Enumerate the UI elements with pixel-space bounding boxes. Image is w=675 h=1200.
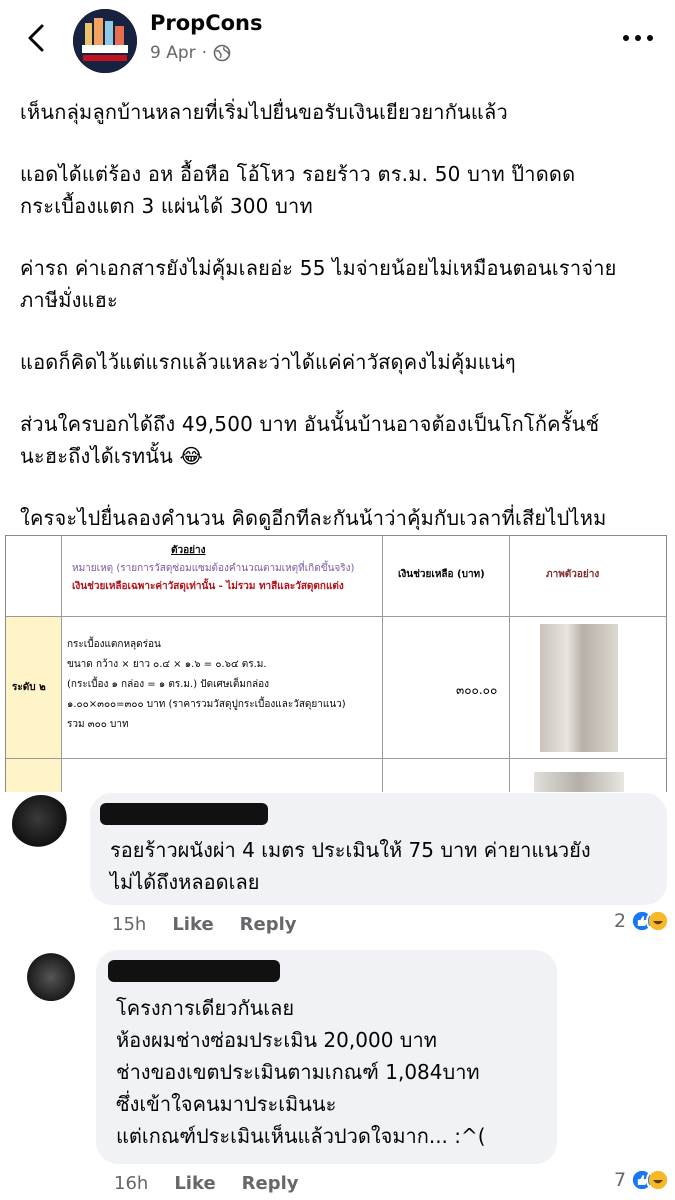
table-row-line: (กระเบื้อง ๑ กล่อง = ๑ ตร.ม.) ปัดเศษเต็ม… — [67, 679, 270, 690]
commenter-avatar[interactable] — [12, 795, 70, 853]
post-paragraph: แอดได้แต่ร้อง อห อื้อหือ โอ้โหว รอยร้าว … — [20, 162, 576, 218]
post-meta: 9 Apr · — [150, 43, 231, 63]
table-row-line: รวม ๓๐๐ บาท — [67, 719, 129, 730]
haha-reaction-icon — [646, 1168, 671, 1192]
comment-time[interactable]: 16h — [114, 1173, 148, 1194]
post-date[interactable]: 9 Apr — [150, 43, 196, 63]
post-paragraph: ค่ารถ ค่าเอกสารยังไม่คุ้มเลยอ่ะ 55 ไมจ่า… — [20, 256, 617, 312]
redacted-name — [108, 960, 280, 982]
example-photo-partial — [534, 772, 624, 792]
post-text: เห็นกลุ่มลูกบ้านหลายที่เริ่มไปยื่นขอรับเ… — [20, 96, 660, 564]
like-button[interactable]: Like — [172, 914, 213, 935]
post-paragraph: ส่วนใครบอกได้ถึง 49,500 บาท อันนั้นบ้านอ… — [20, 412, 600, 468]
more-options-icon[interactable] — [620, 26, 656, 50]
haha-reaction-icon — [646, 909, 671, 933]
table-col-amount: เงินช่วยเหลือ (บาท) — [398, 569, 485, 580]
post-paragraph: แอดก็คิดไว้แต่แรกแล้วแหละว่าได้แค่ค่าวัส… — [20, 350, 516, 374]
level-cell — [6, 616, 61, 792]
post-header: PropCons 9 Apr · — [0, 0, 675, 80]
table-header-note-red: เงินช่วยเหลือเฉพาะค่าวัสดุเท่านั้น - ไม่… — [72, 581, 344, 592]
back-arrow-icon[interactable] — [22, 20, 52, 56]
commenter-avatar[interactable] — [22, 951, 80, 1009]
table-row-line: ขนาด กว้าง × ยาว ๐.๔ × ๑.๖ = ๐.๖๔ ตร.ม. — [67, 659, 267, 670]
cracked-tile-photo — [540, 624, 618, 752]
table-row-line: กระเบื้องแตกหลุดร่อน — [67, 639, 161, 650]
table-header-example: ตัวอย่าง — [171, 545, 206, 556]
globe-icon — [213, 44, 231, 62]
post-image-table[interactable]: ตัวอย่าง หมายเหตุ (รายการวัสดุซ่อมแซมต้อ… — [0, 530, 675, 792]
propcons-logo-icon — [73, 9, 137, 73]
reply-button[interactable]: Reply — [240, 914, 297, 935]
table-col-photo: ภาพตัวอย่าง — [546, 569, 600, 580]
comment-actions: 15h Like Reply — [112, 914, 297, 935]
post-paragraph: เห็นกลุ่มลูกบ้านหลายที่เริ่มไปยื่นขอรับเ… — [20, 100, 508, 124]
comment-reactions[interactable]: 7 — [614, 1168, 671, 1192]
reaction-count: 7 — [614, 1169, 627, 1191]
comment-reactions[interactable]: 2 — [614, 909, 671, 933]
comment-time[interactable]: 15h — [112, 914, 146, 935]
comment-text: โครงการเดียวกันเลย ห้องผมช่างซ่อมประเมิน… — [116, 996, 486, 1148]
reply-button[interactable]: Reply — [242, 1173, 299, 1194]
assessment-table: ตัวอย่าง หมายเหตุ (รายการวัสดุซ่อมแซมต้อ… — [5, 535, 667, 792]
comment-actions: 16h Like Reply — [114, 1173, 299, 1194]
like-button[interactable]: Like — [174, 1173, 215, 1194]
reaction-count: 2 — [614, 910, 627, 932]
redacted-name — [100, 803, 268, 825]
page-name[interactable]: PropCons — [150, 11, 263, 35]
page-avatar[interactable] — [73, 9, 137, 73]
table-amount: ๓๐๐.๐๐ — [456, 683, 498, 697]
comment-text: รอยร้าวผนังผ่า 4 เมตร ประเมินให้ 75 บาท … — [110, 838, 591, 894]
table-level: ระดับ ๒ — [12, 682, 46, 693]
table-row-line: ๑.๐๐×๓๐๐=๓๐๐ บาท (ราคารวมวัสดุปูกระเบื้อ… — [67, 699, 346, 710]
table-header-note: หมายเหตุ (รายการวัสดุซ่อมแซมต้องคำนวณตาม… — [72, 563, 355, 574]
